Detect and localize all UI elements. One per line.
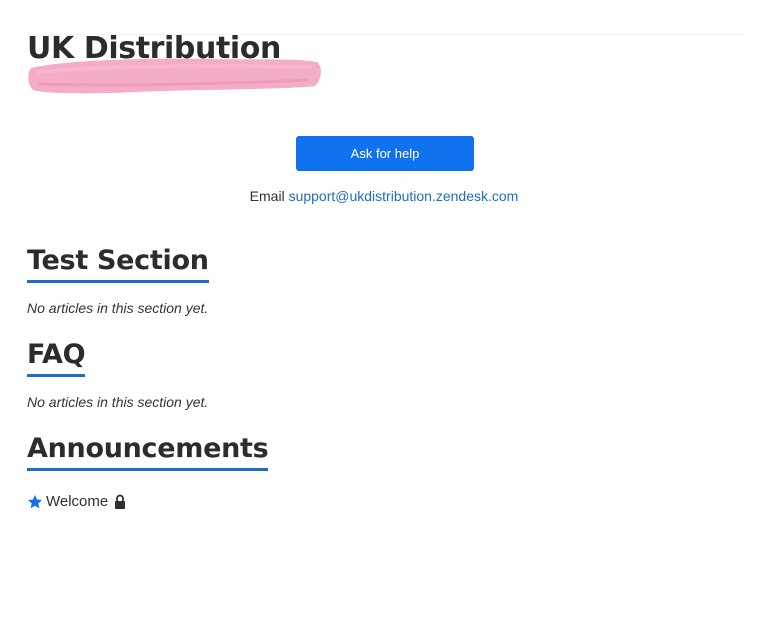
support-email-link[interactable]: support@ukdistribution.zendesk.com: [289, 188, 519, 204]
brand-logo[interactable]: UK Distribution: [27, 30, 327, 100]
article-item[interactable]: Welcome: [27, 493, 126, 510]
section-empty-note: No articles in this section yet.: [27, 394, 209, 410]
star-icon: [28, 494, 42, 508]
article-title-link[interactable]: Welcome: [46, 493, 108, 510]
email-prefix: Email: [249, 188, 285, 204]
lock-icon: [115, 494, 126, 509]
section-title-test-section[interactable]: Test Section: [27, 244, 209, 283]
section-title-announcements[interactable]: Announcements: [27, 432, 269, 471]
ask-for-help-button[interactable]: Ask for help: [296, 136, 474, 171]
section-empty-note: No articles in this section yet.: [27, 300, 209, 316]
site-title: UK Distribution: [27, 31, 281, 66]
section-title-faq[interactable]: FAQ: [27, 338, 86, 377]
support-email-line: Email support@ukdistribution.zendesk.com: [0, 188, 768, 204]
